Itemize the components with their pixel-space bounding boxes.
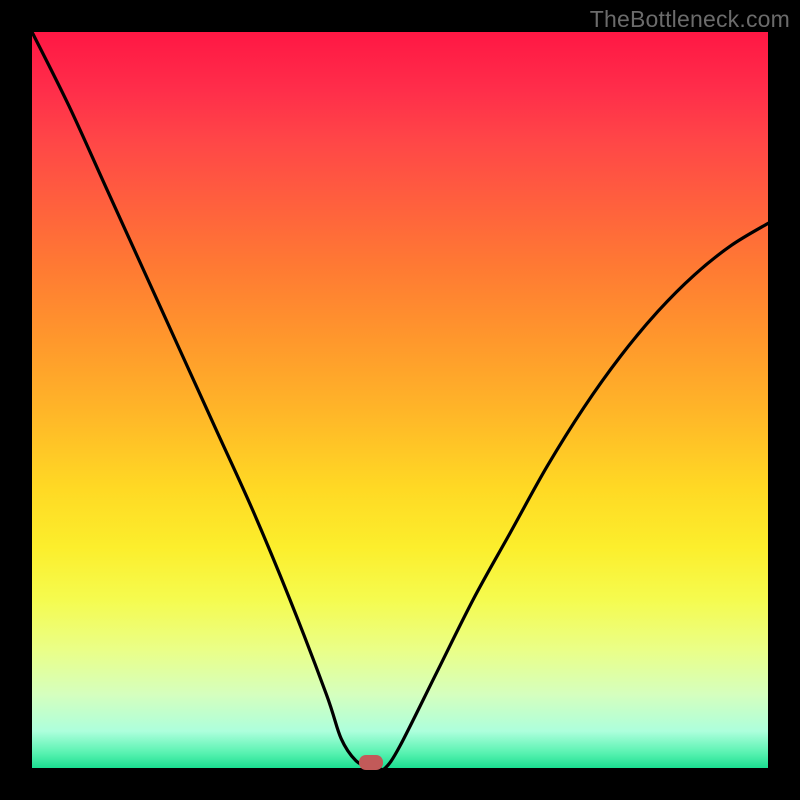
bottleneck-curve xyxy=(32,32,768,768)
plot-area xyxy=(32,32,768,768)
notch-marker xyxy=(359,755,383,770)
watermark-text: TheBottleneck.com xyxy=(590,6,790,33)
chart-frame: TheBottleneck.com xyxy=(0,0,800,800)
